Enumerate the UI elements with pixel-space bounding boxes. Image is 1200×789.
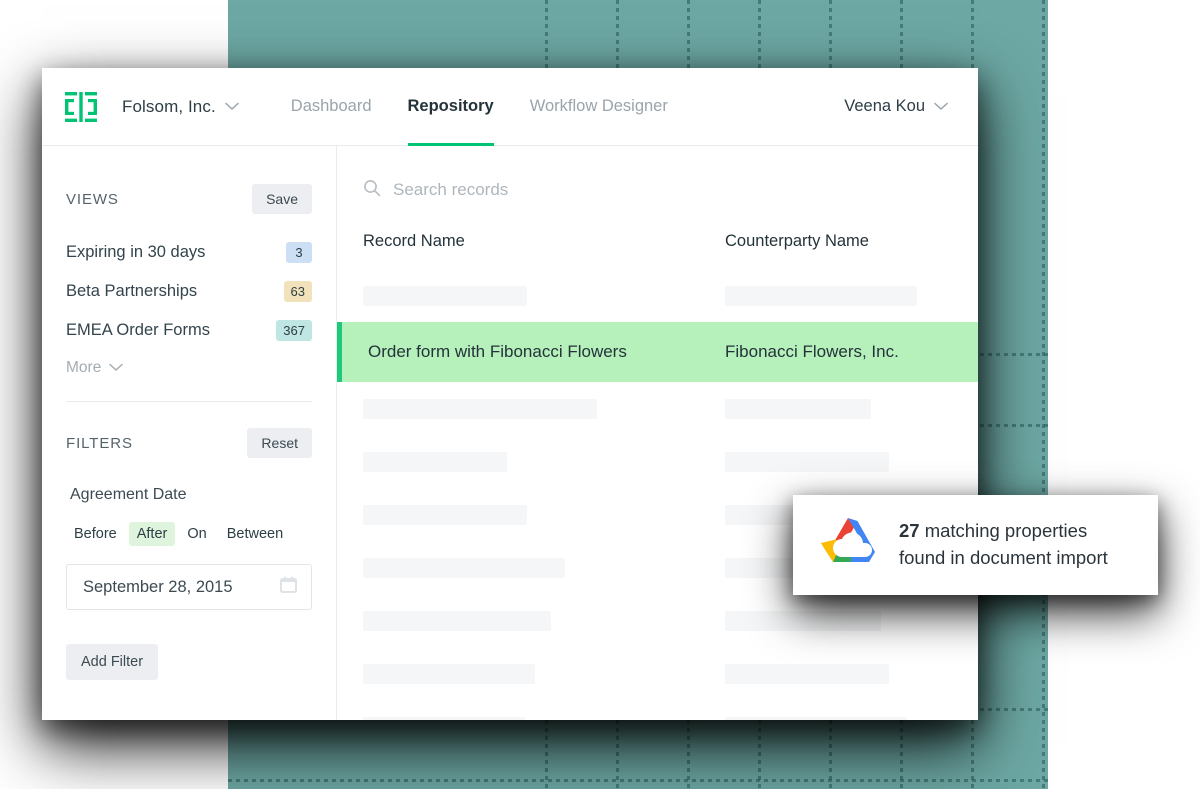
filters-header: FILTERS Reset [66,428,312,458]
cell-record-name: Order form with Fibonacci Flowers [368,342,627,361]
table-row[interactable] [363,435,978,488]
skeleton-bar [363,504,527,525]
filters-title: FILTERS [66,434,133,452]
skeleton-bar [725,285,917,306]
tab-dashboard[interactable]: Dashboard [291,68,372,146]
grid-vline-8 [1042,0,1045,789]
skeleton-bar [363,716,525,720]
table-row[interactable] [363,700,978,720]
tab-repository-label: Repository [407,97,494,115]
sidebar-item-beta-partnerships[interactable]: Beta Partnerships 63 [66,281,312,302]
skeleton-bar [363,557,565,578]
toast-message-text: matching properties found in document im… [899,520,1108,568]
user-menu[interactable]: Veena Kou [844,97,948,116]
top-navigation-bar: Folsom, Inc. Dashboard Repository Workfl… [42,68,978,146]
search-bar[interactable]: Search records [363,176,978,204]
operator-before[interactable]: Before [66,522,125,546]
view-label: EMEA Order Forms [66,321,210,339]
calendar-icon[interactable] [280,576,297,598]
skeleton-bar [725,716,907,720]
user-name: Veena Kou [844,97,925,115]
skeleton-bar [363,285,527,306]
agreement-date-input[interactable]: September 28, 2015 [66,564,312,610]
chevron-down-icon [225,98,239,116]
skeleton-bar [725,610,881,631]
sidebar-item-emea-order-forms[interactable]: EMEA Order Forms 367 [66,320,312,341]
ironclad-beam-logo-icon [64,90,98,124]
table-header-row: Record Name Counterparty Name [363,232,978,251]
date-operator-group: Before After On Between [66,522,312,546]
more-views-label: More [66,359,102,376]
sidebar-item-expiring-in-30-days[interactable]: Expiring in 30 days 3 [66,242,312,263]
view-count-badge: 63 [283,281,312,302]
agreement-date-value: September 28, 2015 [83,577,233,596]
skeleton-bar [363,451,507,472]
grid-hline-4 [228,779,1048,782]
primary-nav: Dashboard Repository Workflow Designer [291,68,668,146]
toast-count: 27 [899,520,920,542]
toast-message: 27 matching properties found in document… [899,518,1134,572]
view-label: Expiring in 30 days [66,243,206,261]
table-row[interactable] [363,382,978,435]
tab-workflow-designer[interactable]: Workflow Designer [530,68,668,146]
table-row-selected[interactable]: Order form with Fibonacci Flowers Fibona… [337,322,978,382]
search-icon [363,179,381,202]
save-view-button[interactable]: Save [252,184,312,214]
skeleton-bar [363,610,551,631]
add-filter-button[interactable]: Add Filter [66,644,159,680]
document-import-toast[interactable]: 27 matching properties found in document… [793,495,1158,595]
table-row[interactable] [363,594,978,647]
more-views-toggle[interactable]: More [66,359,312,377]
organization-name: Folsom, Inc. [122,96,216,116]
filter-field-label: Agreement Date [70,486,187,503]
view-count-badge: 367 [276,320,312,341]
records-panel: Search records Record Name Counterparty … [337,146,978,720]
views-header: VIEWS Save [66,184,312,214]
column-header-record-name[interactable]: Record Name [363,232,725,251]
window-body: VIEWS Save Expiring in 30 days 3 Beta Pa… [42,146,978,720]
google-cloud-logo-icon [817,515,879,576]
skeleton-bar [725,663,889,684]
app-window: Folsom, Inc. Dashboard Repository Workfl… [42,68,978,720]
sidebar: VIEWS Save Expiring in 30 days 3 Beta Pa… [42,146,337,720]
tab-dashboard-label: Dashboard [290,97,372,115]
skeleton-bar [725,398,871,419]
skeleton-bar [363,663,535,684]
search-input[interactable]: Search records [393,180,508,200]
operator-between[interactable]: Between [219,522,291,546]
column-header-counterparty-name[interactable]: Counterparty Name [725,232,978,251]
views-title: VIEWS [66,190,119,208]
operator-on[interactable]: On [179,522,214,546]
tab-workflow-designer-label: Workflow Designer [529,97,668,115]
tab-repository[interactable]: Repository [407,68,494,146]
filters-section: FILTERS Reset Agreement Date Before Afte… [66,428,312,610]
operator-after[interactable]: After [128,522,176,546]
chevron-down-icon [934,97,948,116]
table-row[interactable] [363,647,978,700]
view-label: Beta Partnerships [66,282,198,300]
skeleton-bar [725,451,889,472]
view-count-badge: 3 [286,242,312,263]
sidebar-divider [66,401,312,402]
cell-counterparty-name: Fibonacci Flowers, Inc. [725,342,899,361]
table-row[interactable] [363,269,978,322]
skeleton-bar [363,398,597,419]
screenshot-root: Folsom, Inc. Dashboard Repository Workfl… [0,0,1200,789]
chevron-down-icon [109,359,124,377]
organization-switcher[interactable]: Folsom, Inc. [98,97,239,117]
reset-filters-button[interactable]: Reset [247,428,312,458]
